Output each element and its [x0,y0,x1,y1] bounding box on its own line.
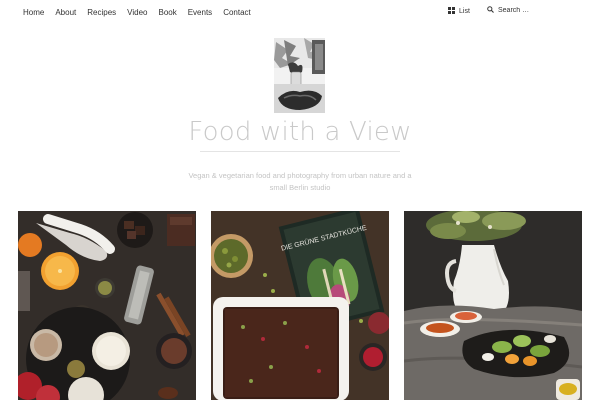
list-view-toggle[interactable]: List [448,7,470,16]
site-tagline: Vegan & vegetarian food and photography … [188,171,412,192]
list-view-label: List [459,8,470,15]
site-title[interactable]: Food with a View [0,117,600,147]
ingredients-flatlay-photo [18,211,196,400]
nav-item-recipes[interactable]: Recipes [87,8,116,17]
nav-item-about[interactable]: About [55,8,76,17]
flowers-salad-photo [404,211,582,400]
nav-item-contact[interactable]: Contact [223,8,251,17]
post-card-3[interactable] [404,211,582,400]
title-divider [200,151,400,152]
nav-menu: Home About Recipes Video Book Events Con… [23,8,251,17]
search-icon [487,6,494,15]
nav-item-events[interactable]: Events [188,8,212,17]
nav-item-home[interactable]: Home [23,8,44,17]
grid-icon [448,7,455,16]
post-card-1[interactable] [18,211,196,400]
search-input[interactable] [498,7,558,14]
nav-item-book[interactable]: Book [158,8,176,17]
post-card-2[interactable]: DIE GRÜNE STADTKÜCHE [211,211,389,400]
nav-item-video[interactable]: Video [127,8,147,17]
site-logo[interactable] [274,38,325,113]
top-navigation: Home About Recipes Video Book Events Con… [0,0,600,26]
search-box [487,6,558,15]
cookbook-brownie-photo: DIE GRÜNE STADTKÜCHE [211,211,389,400]
